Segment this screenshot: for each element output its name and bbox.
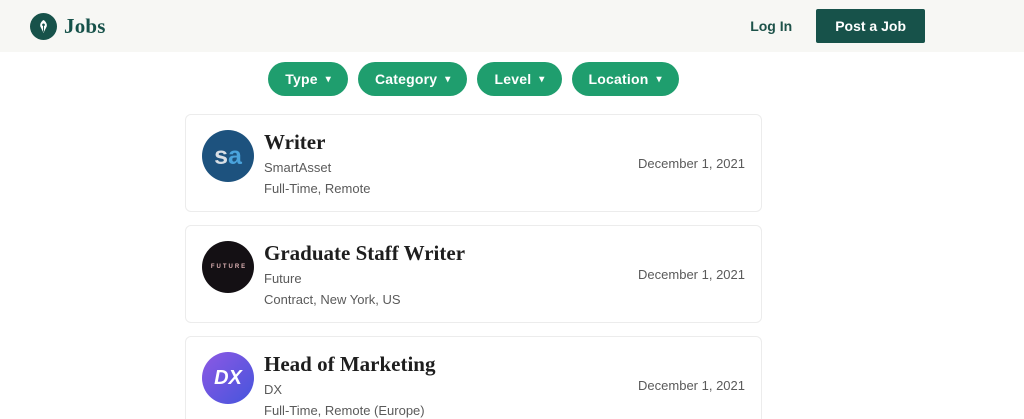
- filter-dropdown-location[interactable]: Location ▾: [571, 62, 679, 96]
- job-meta: Full-Time, Remote (Europe): [264, 403, 425, 419]
- job-title: Graduate Staff Writer: [264, 241, 466, 266]
- filter-dropdown-type[interactable]: Type ▾: [268, 62, 348, 96]
- job-card[interactable]: FUTURE Graduate Staff Writer Future Cont…: [185, 225, 762, 324]
- chevron-down-icon: ▾: [445, 74, 451, 85]
- job-card[interactable]: sa Writer SmartAsset Full-Time, Remote D…: [185, 114, 762, 213]
- job-company: DX: [264, 382, 283, 398]
- filter-label: Category: [374, 71, 438, 87]
- site-title: Jobs: [64, 13, 106, 38]
- filter-label: Level: [494, 71, 532, 87]
- job-company: SmartAsset: [264, 160, 332, 176]
- pen-nib-icon: [30, 12, 57, 40]
- job-info: Writer SmartAsset Full-Time, Remote: [264, 130, 370, 196]
- site-logo[interactable]: Jobs: [30, 12, 106, 40]
- company-logo: DX: [202, 352, 254, 405]
- filter-dropdown-level[interactable]: Level ▾: [477, 62, 562, 96]
- filters-row: Type ▾ Category ▾ Level ▾ Location ▾: [185, 62, 762, 96]
- job-title: Head of Marketing: [264, 352, 436, 377]
- job-info: Graduate Staff Writer Future Contract, N…: [264, 241, 465, 307]
- job-posted-date: December 1, 2021: [638, 155, 745, 171]
- top-navbar: Jobs Log In Post a Job: [0, 0, 1024, 52]
- main-content: Type ▾ Category ▾ Level ▾ Location ▾ sa …: [185, 62, 762, 419]
- header-actions: Log In Post a Job: [750, 9, 925, 43]
- job-posted-date: December 1, 2021: [638, 377, 745, 393]
- filter-label: Type: [285, 71, 318, 87]
- filter-label: Location: [588, 71, 649, 87]
- job-posted-date: December 1, 2021: [638, 266, 745, 282]
- post-a-job-button[interactable]: Post a Job: [816, 9, 925, 43]
- job-info: Head of Marketing DX Full-Time, Remote (…: [264, 352, 435, 418]
- job-listings: sa Writer SmartAsset Full-Time, Remote D…: [185, 114, 762, 419]
- job-meta: Contract, New York, US: [264, 292, 401, 308]
- job-meta: Full-Time, Remote: [264, 181, 371, 197]
- filter-dropdown-category[interactable]: Category ▾: [357, 62, 468, 96]
- chevron-down-icon: ▾: [325, 74, 331, 85]
- chevron-down-icon: ▾: [539, 74, 545, 85]
- company-logo: FUTURE: [202, 241, 254, 294]
- job-company: Future: [264, 271, 302, 287]
- chevron-down-icon: ▾: [656, 74, 662, 85]
- login-link[interactable]: Log In: [750, 18, 792, 34]
- job-title: Writer: [264, 130, 326, 154]
- company-logo: sa: [202, 130, 254, 182]
- job-card[interactable]: DX Head of Marketing DX Full-Time, Remot…: [185, 336, 762, 419]
